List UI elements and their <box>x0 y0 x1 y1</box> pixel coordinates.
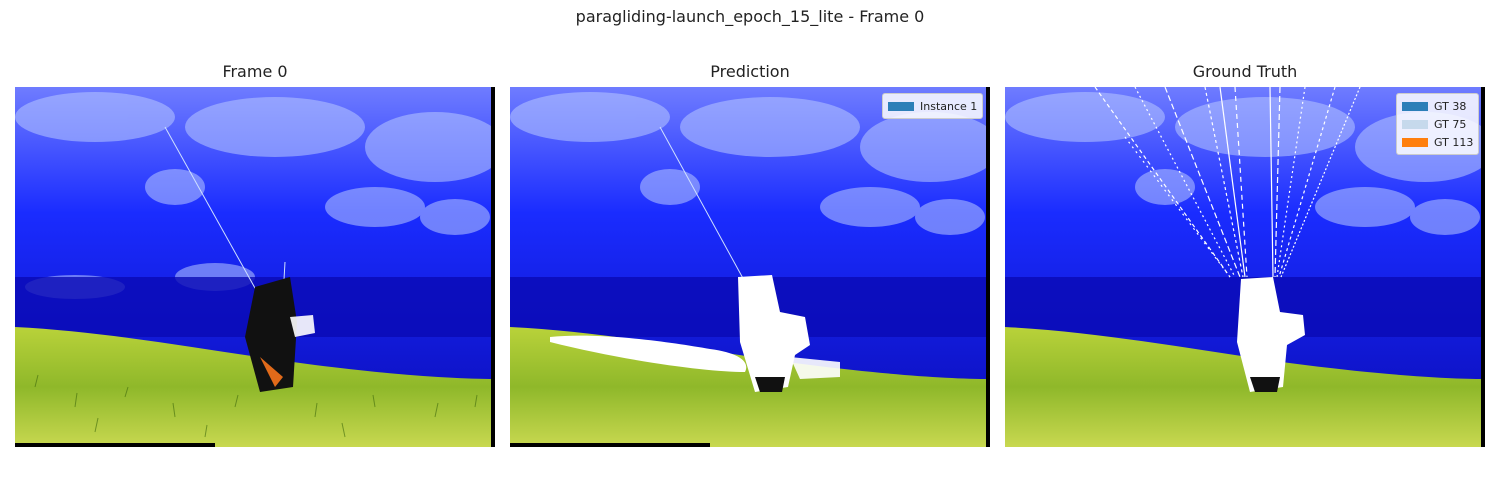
image-border <box>15 443 215 447</box>
panel-frame: Frame 0 <box>15 60 495 450</box>
legend-entry: GT 113 <box>1402 133 1473 151</box>
legend-swatch <box>1402 119 1428 129</box>
panel-title: Frame 0 <box>222 62 288 81</box>
legend-label: Instance 1 <box>920 99 978 113</box>
legend-swatch <box>888 101 914 111</box>
image-border <box>510 443 710 447</box>
frame-image <box>15 87 495 447</box>
image-border <box>986 87 990 447</box>
image-border <box>491 87 495 447</box>
pilot-feet <box>755 377 785 392</box>
prediction-legend: Instance 1 <box>882 93 984 119</box>
legend-entry: GT 38 <box>1402 97 1473 115</box>
legend-label: GT 113 <box>1434 135 1474 149</box>
image-border <box>1481 87 1485 447</box>
legend-entry: GT 75 <box>1402 115 1473 133</box>
legend-swatch <box>1402 137 1428 147</box>
legend-entry: Instance 1 <box>888 97 977 115</box>
figure-title: paragliding-launch_epoch_15_lite - Frame… <box>575 7 925 26</box>
panel-prediction: Prediction Instance 1 <box>510 60 990 450</box>
panel-ground-truth: Ground Truth GT 38 GT 75 GT 113 <box>1005 60 1485 450</box>
ground-truth-legend: GT 38 GT 75 GT 113 <box>1396 93 1480 155</box>
pilot-feet <box>1250 377 1280 392</box>
panel-title: Prediction <box>710 62 790 81</box>
legend-swatch <box>1402 101 1428 111</box>
panel-title: Ground Truth <box>1192 62 1298 81</box>
legend-label: GT 75 <box>1434 117 1467 131</box>
legend-label: GT 38 <box>1434 99 1467 113</box>
prediction-image <box>510 87 990 447</box>
